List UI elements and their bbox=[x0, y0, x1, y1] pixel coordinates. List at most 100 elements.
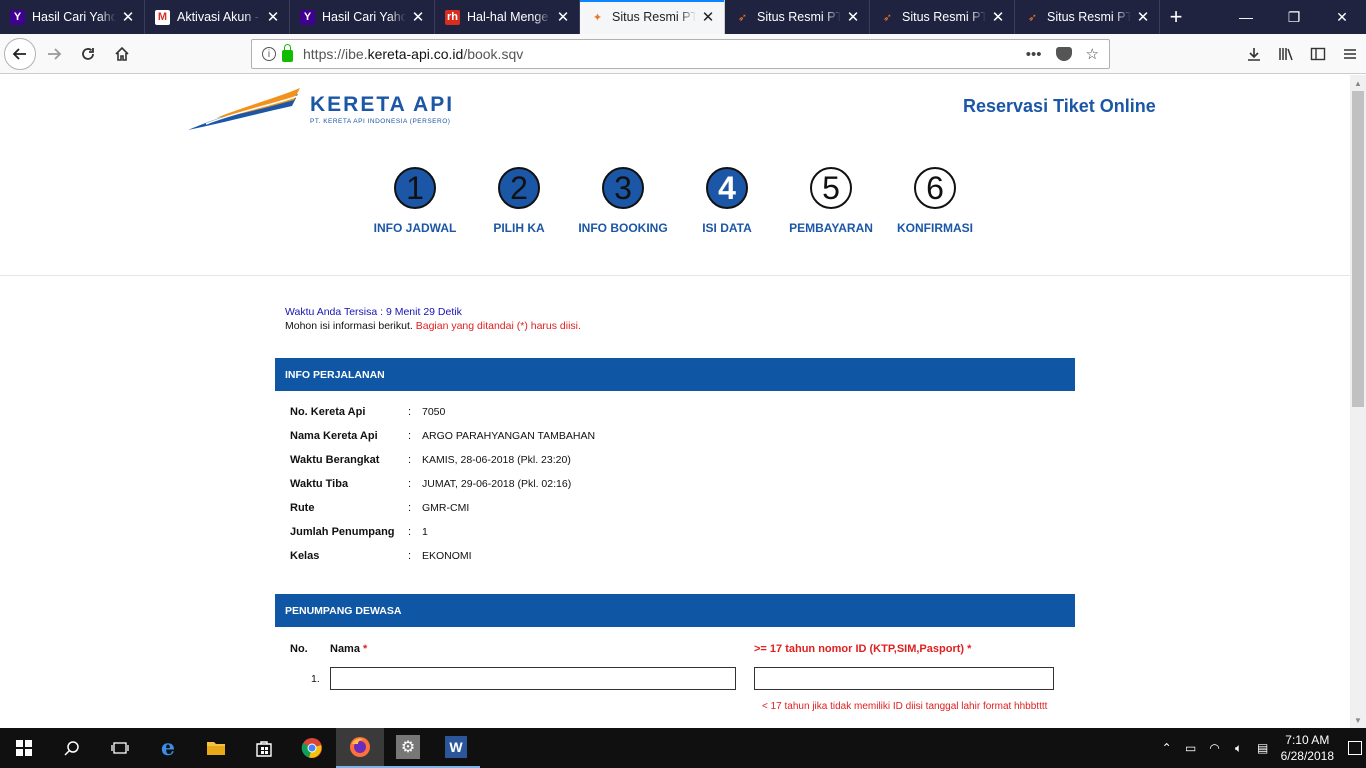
chevron-up-icon[interactable]: ⌃ bbox=[1155, 741, 1179, 755]
step-info-jadwal: 1 INFO JADWAL bbox=[355, 167, 475, 235]
remaining-time-text: Waktu Anda Tersisa : 9 Menit 29 Detik bbox=[285, 306, 462, 318]
volume-icon[interactable]: 🔈︎ bbox=[1227, 741, 1251, 756]
clock[interactable]: 7:10 AM 6/28/2018 bbox=[1281, 732, 1334, 764]
menu-icon[interactable] bbox=[1334, 38, 1366, 70]
step-label: PILIH KA bbox=[493, 221, 545, 235]
form-instructions: Mohon isi informasi berikut. Bagian yang… bbox=[285, 320, 581, 332]
library-icon[interactable] bbox=[1270, 38, 1302, 70]
url-text[interactable]: https://ibe.kereta-api.co.id/book.sqv bbox=[303, 46, 1026, 62]
wifi-icon[interactable]: ◠ bbox=[1203, 741, 1227, 755]
pocket-icon[interactable] bbox=[1055, 47, 1072, 61]
required-fields-note: Bagian yang ditandai (*) harus diisi. bbox=[415, 320, 581, 332]
kai-favicon-icon: ✦ bbox=[592, 11, 603, 24]
clock-time: 7:10 AM bbox=[1285, 733, 1330, 747]
step-number: 5 bbox=[810, 167, 852, 209]
close-tab-icon[interactable]: ✕ bbox=[990, 8, 1006, 26]
yahoo-favicon-icon: Y bbox=[300, 9, 315, 25]
tab-5[interactable]: ➶ Situs Resmi PT ✕ bbox=[725, 0, 870, 34]
download-icon[interactable] bbox=[1238, 38, 1270, 70]
passenger-id-input[interactable] bbox=[754, 667, 1054, 690]
settings-gear-icon[interactable]: ⚙ bbox=[384, 728, 432, 768]
search-icon[interactable] bbox=[48, 728, 96, 768]
restore-icon[interactable]: ❐ bbox=[1270, 0, 1318, 34]
tab-title: Hasil Cari Yahoo bbox=[322, 10, 406, 24]
trip-row-route: Rute: GMR-CMI bbox=[290, 502, 470, 514]
input-language-icon[interactable]: ▤ bbox=[1251, 741, 1275, 755]
close-tab-icon[interactable]: ✕ bbox=[555, 8, 571, 26]
trip-row-departure: Waktu Berangkat: KAMIS, 28-06-2018 (Pkl. … bbox=[290, 454, 571, 466]
battery-icon[interactable]: ▭ bbox=[1179, 741, 1203, 755]
trip-row-class: Kelas: EKONOMI bbox=[290, 550, 472, 562]
clock-date: 6/28/2018 bbox=[1280, 749, 1334, 763]
reload-button[interactable] bbox=[72, 38, 104, 70]
passenger-name-input[interactable] bbox=[330, 667, 736, 690]
scroll-up-icon[interactable]: ▲ bbox=[1350, 75, 1366, 91]
forward-button[interactable] bbox=[38, 38, 70, 70]
scroll-down-icon[interactable]: ▼ bbox=[1350, 712, 1366, 728]
scrollbar-thumb[interactable] bbox=[1352, 91, 1364, 407]
close-tab-icon[interactable]: ✕ bbox=[700, 8, 716, 26]
notification-center-icon[interactable] bbox=[1348, 741, 1362, 755]
step-number: 4 bbox=[706, 167, 748, 209]
back-button[interactable] bbox=[4, 37, 36, 70]
kai-favicon-icon: ➶ bbox=[1027, 11, 1038, 24]
gmail-favicon-icon: M bbox=[155, 9, 170, 25]
chrome-icon[interactable] bbox=[288, 728, 336, 768]
tab-0[interactable]: Y Hasil Cari Yahoo ✕ bbox=[0, 0, 145, 34]
tab-title: Situs Resmi PT bbox=[1047, 10, 1131, 24]
new-tab-button[interactable]: + bbox=[1160, 0, 1192, 34]
logo-subtitle: PT. KERETA API INDONESIA (PERSERO) bbox=[310, 118, 451, 125]
close-window-icon[interactable]: ✕ bbox=[1318, 0, 1366, 34]
browser-tab-strip: Y Hasil Cari Yahoo ✕ M Aktivasi Akun - ✕… bbox=[0, 0, 1366, 34]
header-divider bbox=[0, 275, 1350, 276]
minimize-icon[interactable]: — bbox=[1222, 0, 1270, 34]
start-button[interactable] bbox=[0, 728, 48, 768]
logo-text: KERETA API bbox=[310, 93, 455, 116]
tab-7[interactable]: ➶ Situs Resmi PT ✕ bbox=[1015, 0, 1160, 34]
id-hint-text: < 17 tahun jika tidak memiliki ID diisi … bbox=[762, 701, 1048, 712]
home-button[interactable] bbox=[106, 38, 138, 70]
firefox-icon[interactable] bbox=[336, 728, 384, 768]
site-favicon-icon: rh bbox=[445, 9, 460, 25]
tab-title: Situs Resmi PT bbox=[757, 10, 841, 24]
kai-favicon-icon: ➶ bbox=[882, 11, 893, 24]
edge-browser-icon[interactable]: e bbox=[144, 728, 192, 768]
file-explorer-icon[interactable] bbox=[192, 728, 240, 768]
column-id-label: >= 17 tahun nomor ID (KTP,SIM,Pasport) * bbox=[754, 643, 972, 655]
word-icon[interactable]: W bbox=[432, 728, 480, 768]
task-view-icon[interactable] bbox=[96, 728, 144, 768]
close-tab-icon[interactable]: ✕ bbox=[1135, 8, 1151, 26]
trip-row-passenger-count: Jumlah Penumpang:1 bbox=[290, 526, 428, 538]
close-tab-icon[interactable]: ✕ bbox=[120, 8, 136, 26]
sidebar-icon[interactable] bbox=[1302, 38, 1334, 70]
close-tab-icon[interactable]: ✕ bbox=[265, 8, 281, 26]
address-bar[interactable]: i https://ibe.kereta-api.co.id/book.sqv … bbox=[251, 39, 1110, 69]
step-pembayaran: 5 PEMBAYARAN bbox=[771, 167, 891, 235]
booking-progress-steps: 1 INFO JADWAL 2 PILIH KA 3 INFO BOOKING … bbox=[0, 167, 1350, 247]
column-name-label: Nama * bbox=[330, 643, 368, 655]
step-number: 2 bbox=[498, 167, 540, 209]
store-icon[interactable] bbox=[240, 728, 288, 768]
adult-passenger-header: PENUMPANG DEWASA bbox=[275, 594, 1075, 627]
page-actions-icon[interactable]: ••• bbox=[1026, 46, 1042, 63]
window-controls: — ❐ ✕ bbox=[1222, 0, 1366, 34]
trip-row-train-name: Nama Kereta Api: ARGO PARAHYANGAN TAMBAHA… bbox=[290, 430, 596, 442]
secure-lock-icon[interactable] bbox=[282, 43, 293, 62]
site-info-icon[interactable]: i bbox=[262, 47, 276, 61]
step-label: INFO BOOKING bbox=[578, 221, 668, 235]
tab-3[interactable]: rh Hal-hal Menge ✕ bbox=[435, 0, 580, 34]
tab-4-active[interactable]: ✦ Situs Resmi PT. ✕ bbox=[580, 0, 725, 34]
tab-6[interactable]: ➶ Situs Resmi PT ✕ bbox=[870, 0, 1015, 34]
tab-2[interactable]: Y Hasil Cari Yahoo ✕ bbox=[290, 0, 435, 34]
step-label: INFO JADWAL bbox=[373, 221, 457, 235]
close-tab-icon[interactable]: ✕ bbox=[410, 8, 426, 26]
page-scrollbar[interactable]: ▲ ▼ bbox=[1350, 75, 1366, 728]
yahoo-favicon-icon: Y bbox=[10, 9, 25, 25]
kai-favicon-icon: ➶ bbox=[737, 11, 748, 24]
step-isi-data: 4 ISI DATA bbox=[667, 167, 787, 235]
step-label: KONFIRMASI bbox=[897, 221, 973, 235]
tab-title: Aktivasi Akun - bbox=[177, 10, 259, 24]
bookmark-star-icon[interactable]: ☆ bbox=[1086, 45, 1099, 63]
tab-1[interactable]: M Aktivasi Akun - ✕ bbox=[145, 0, 290, 34]
close-tab-icon[interactable]: ✕ bbox=[845, 8, 861, 26]
